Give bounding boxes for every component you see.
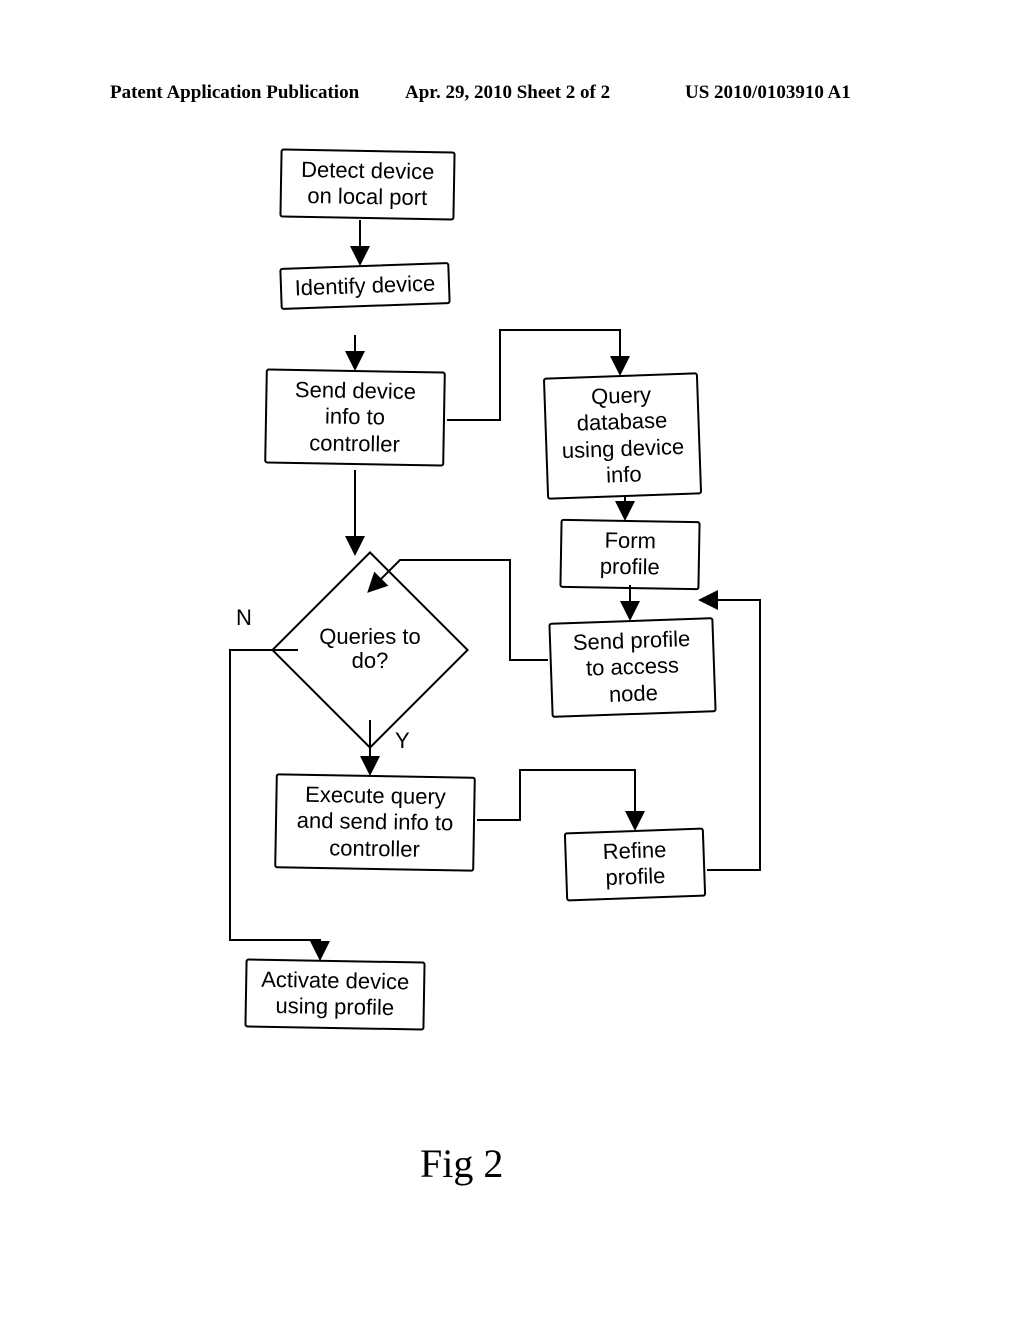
header-right: US 2010/0103910 A1 [685, 82, 851, 104]
box-identify-device: Identify device [279, 262, 450, 310]
decision-no-label: N [236, 605, 252, 631]
decision-yes-label: Y [395, 728, 410, 754]
box-form-profile: Form profile [559, 519, 700, 590]
box-query-database: Query database using device info [543, 372, 702, 499]
box-refine-profile: Refine profile [564, 828, 706, 902]
flowchart-arrows [0, 0, 1024, 1320]
box-detect-device: Detect device on local port [279, 148, 455, 220]
box-send-profile: Send profile to access node [548, 617, 716, 718]
figure-label: Fig 2 [420, 1140, 503, 1187]
box-activate-device: Activate device using profile [244, 958, 425, 1030]
header-mid: Apr. 29, 2010 Sheet 2 of 2 [405, 82, 610, 104]
box-execute-query: Execute query and send info to controlle… [274, 773, 476, 872]
decision-label: Queries to do? [315, 625, 425, 673]
box-send-device-info: Send device info to controller [264, 368, 446, 466]
header-left: Patent Application Publication [110, 82, 359, 104]
